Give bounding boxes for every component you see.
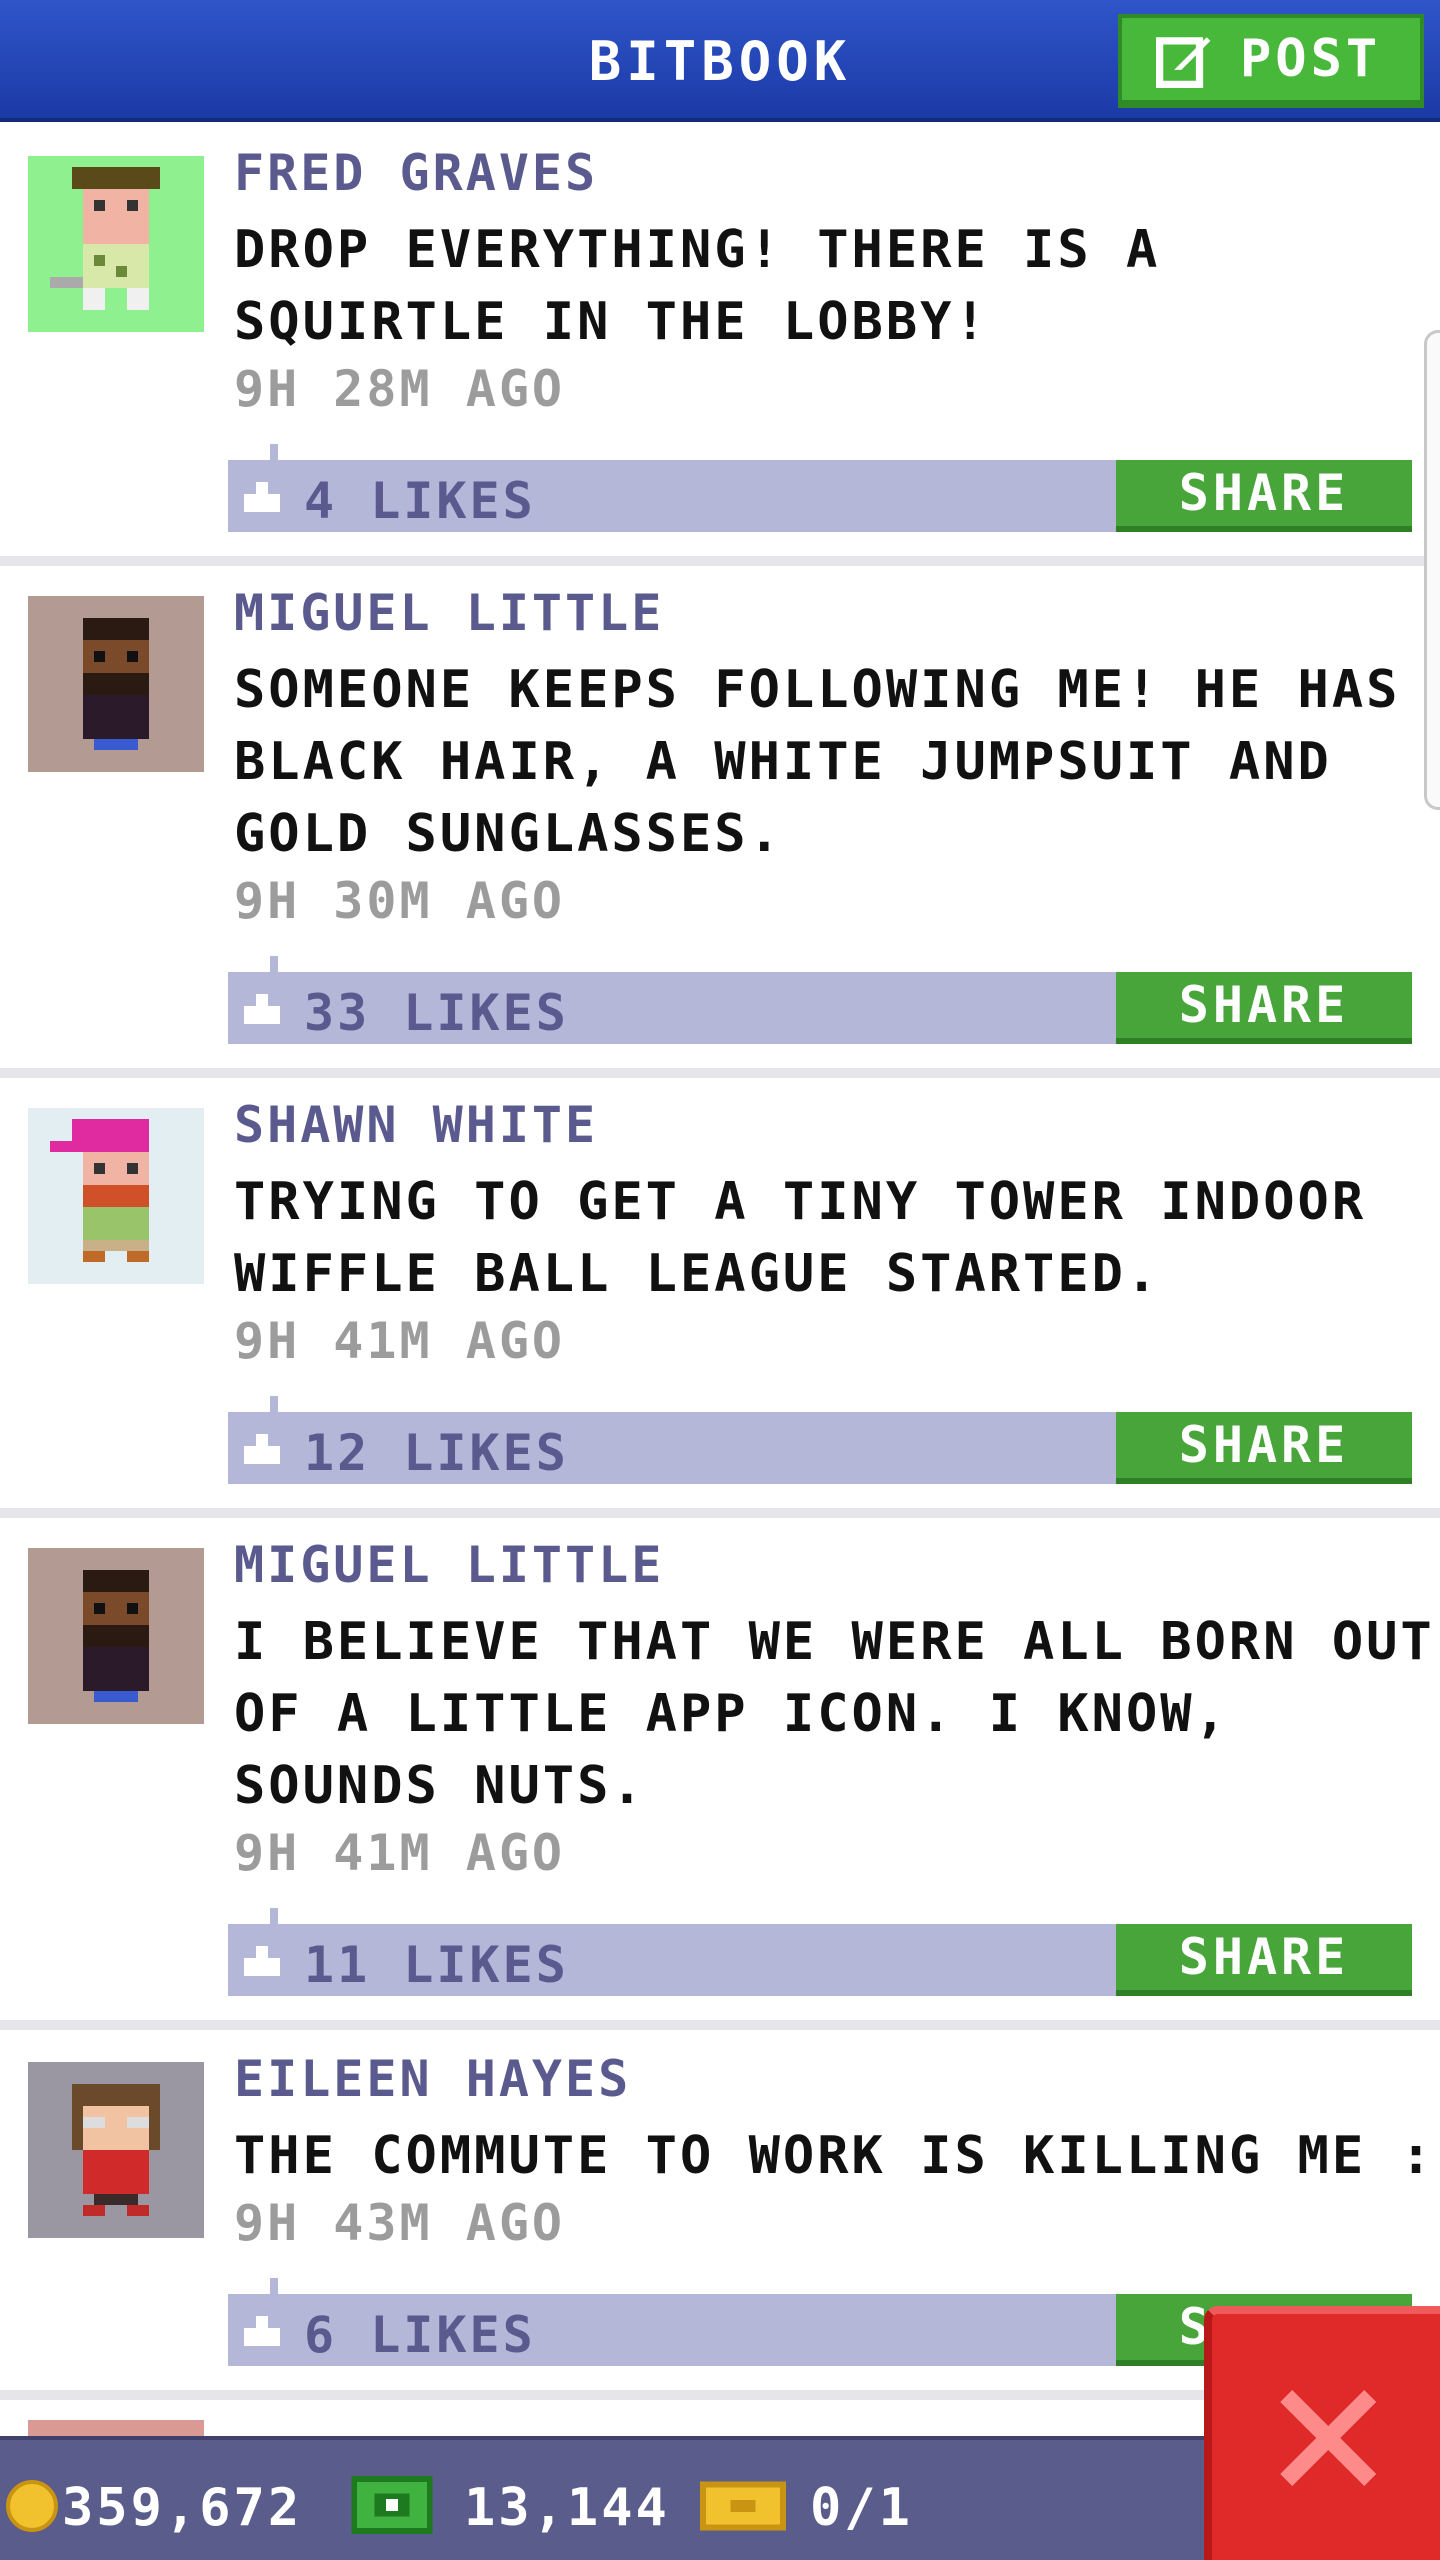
likes-bar-tab — [270, 956, 278, 972]
post-author[interactable]: MIGUEL LITTLE — [234, 1536, 664, 1594]
post-text: I BELIEVE THAT WE WERE ALL BORN OUT OF A… — [234, 1612, 1435, 1816]
likes-bar[interactable]: 4 LIKES SHARE — [228, 444, 1412, 532]
post-timestamp: 9H 28M AGO — [234, 360, 566, 418]
next-post-avatar-edge — [28, 2420, 204, 2436]
scrollbar[interactable] — [1424, 330, 1440, 810]
close-icon — [1280, 2390, 1376, 2486]
post-divider — [0, 1508, 1440, 1518]
likes-count: 11 LIKES — [304, 1936, 569, 1994]
bearded-man-avatar-icon[interactable] — [28, 596, 204, 772]
likes-bar-tab — [270, 1396, 278, 1412]
bearded-man-avatar-icon[interactable] — [28, 1548, 204, 1724]
ticket-count: 0/1 — [810, 2478, 913, 2538]
cap-man-avatar-icon[interactable] — [28, 1108, 204, 1284]
post-author[interactable]: EILEEN HAYES — [234, 2050, 631, 2108]
likes-bar[interactable]: 33 LIKES SHARE — [228, 956, 1412, 1044]
likes-count: 4 LIKES — [304, 472, 536, 530]
bux-count: 13,144 — [464, 2478, 670, 2538]
post-text: THE COMMUTE TO WORK IS KILLING ME :( — [234, 2126, 1440, 2186]
post-timestamp: 9H 30M AGO — [234, 872, 566, 930]
thumbs-up-icon — [244, 482, 280, 512]
likes-bar-tab — [270, 1908, 278, 1924]
likes-bar[interactable]: 12 LIKES SHARE — [228, 1396, 1412, 1484]
post-text: DROP EVERYTHING! THERE IS A SQUIRTLE IN … — [234, 220, 1161, 352]
thumbs-up-icon — [244, 2316, 280, 2346]
feed-list[interactable]: FRED GRAVES DROP EVERYTHING! THERE IS A … — [0, 126, 1440, 2436]
share-button[interactable]: SHARE — [1116, 1924, 1412, 1996]
post-timestamp: 9H 43M AGO — [234, 2194, 566, 2252]
share-button[interactable]: SHARE — [1116, 460, 1412, 532]
feed-post: FRED GRAVES DROP EVERYTHING! THERE IS A … — [0, 126, 1440, 566]
feed-post: SHAWN WHITE TRYING TO GET A TINY TOWER I… — [0, 1078, 1440, 1518]
thumbs-up-icon — [244, 1434, 280, 1464]
post-author[interactable]: FRED GRAVES — [234, 144, 598, 202]
post-divider — [0, 1068, 1440, 1078]
share-button[interactable]: SHARE — [1116, 972, 1412, 1044]
likes-bar-tab — [270, 2278, 278, 2294]
post-text: SOMEONE KEEPS FOLLOWING ME! HE HAS BLACK… — [234, 660, 1401, 864]
coin-icon — [6, 2480, 58, 2532]
feed-post: MIGUEL LITTLE SOMEONE KEEPS FOLLOWING ME… — [0, 566, 1440, 1078]
share-button[interactable]: SHARE — [1116, 1412, 1412, 1484]
thumbs-up-icon — [244, 994, 280, 1024]
coin-count: 359,672 — [62, 2478, 303, 2538]
golden-ticket-icon — [700, 2481, 786, 2531]
app-header: BITBOOK POST — [0, 0, 1440, 122]
post-divider — [0, 556, 1440, 566]
likes-bar[interactable]: 11 LIKES SHARE — [228, 1908, 1412, 1996]
post-button-label: POST — [1240, 29, 1382, 89]
close-button[interactable] — [1204, 2306, 1440, 2560]
glasses-woman-avatar-icon[interactable] — [28, 2062, 204, 2238]
likes-count: 33 LIKES — [304, 984, 569, 1042]
feed-post: MIGUEL LITTLE I BELIEVE THAT WE WERE ALL… — [0, 1518, 1440, 2030]
golfer-avatar-icon[interactable] — [28, 156, 204, 332]
post-button[interactable]: POST — [1118, 14, 1424, 108]
post-timestamp: 9H 41M AGO — [234, 1312, 566, 1370]
bux-icon — [351, 2476, 433, 2534]
thumbs-up-icon — [244, 1946, 280, 1976]
post-author[interactable]: MIGUEL LITTLE — [234, 584, 664, 642]
compose-icon — [1156, 37, 1211, 88]
post-divider — [0, 2020, 1440, 2030]
likes-bar-tab — [270, 444, 278, 460]
post-author[interactable]: SHAWN WHITE — [234, 1096, 598, 1154]
post-text: TRYING TO GET A TINY TOWER INDOOR WIFFLE… — [234, 1172, 1367, 1304]
likes-count: 6 LIKES — [304, 2306, 536, 2364]
likes-count: 12 LIKES — [304, 1424, 569, 1482]
post-timestamp: 9H 41M AGO — [234, 1824, 566, 1882]
